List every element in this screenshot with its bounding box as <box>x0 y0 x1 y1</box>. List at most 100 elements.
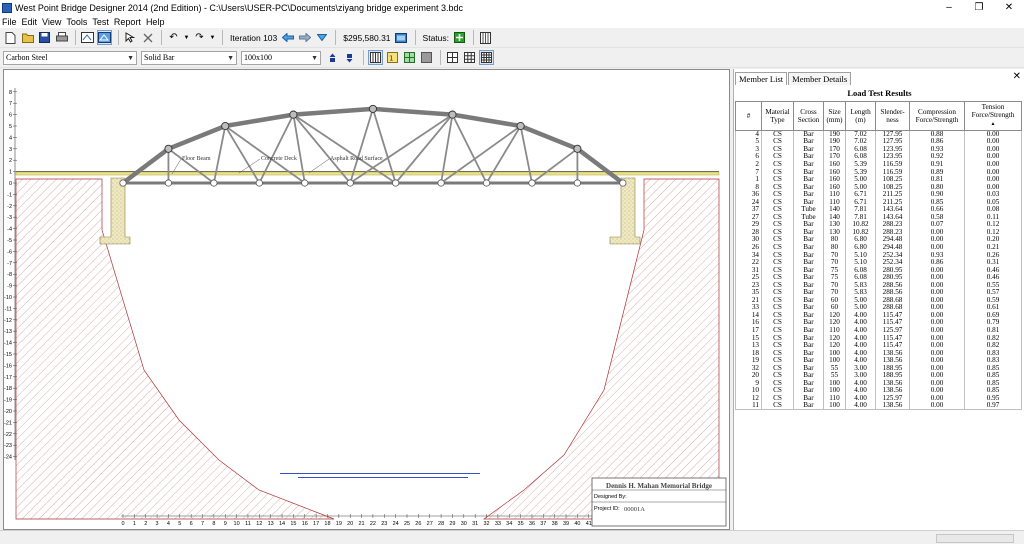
web-member[interactable] <box>167 147 215 184</box>
top-chord-member[interactable] <box>518 123 580 152</box>
web-member[interactable] <box>531 147 579 184</box>
undo-dropdown-icon[interactable]: ▼ <box>183 30 190 45</box>
menu-report[interactable]: Report <box>114 17 141 27</box>
menu-tools[interactable]: Tools <box>66 17 87 27</box>
top-joint[interactable] <box>289 110 298 119</box>
top-chord-member[interactable] <box>450 112 523 129</box>
cell-length: 4.00 <box>845 402 876 411</box>
menu-view[interactable]: View <box>42 17 61 27</box>
save-icon[interactable] <box>37 30 52 45</box>
delete-icon[interactable] <box>140 30 155 45</box>
redo-dropdown-icon[interactable]: ▼ <box>209 30 216 45</box>
deck-joint[interactable] <box>210 179 218 187</box>
x-tick-label: 38 <box>552 521 558 527</box>
load-test-icon[interactable] <box>97 30 112 45</box>
top-joint[interactable] <box>448 110 457 119</box>
top-chord-member[interactable] <box>120 146 171 186</box>
table-row[interactable]: 11 CS Bar 100 4.00 138.56 0.00 0.97 <box>735 402 1022 411</box>
col-header-cross-section[interactable]: Cross Section <box>793 101 824 131</box>
top-chord-member[interactable] <box>291 106 376 117</box>
select-pointer-icon[interactable] <box>123 30 138 45</box>
x-tick-label: 37 <box>540 521 546 527</box>
iteration-back-icon[interactable] <box>280 30 295 45</box>
top-chord-member[interactable] <box>370 106 455 117</box>
x-tick-label: 20 <box>347 521 353 527</box>
redo-icon[interactable]: ↷ <box>192 30 207 45</box>
col-header-slenderness[interactable]: Slender-ness <box>875 101 910 131</box>
top-joint[interactable] <box>573 144 582 153</box>
fine-grid-icon[interactable] <box>479 50 494 65</box>
deck-joint[interactable] <box>164 179 173 187</box>
cell-compression: 0.00 <box>909 402 965 411</box>
load-test-results-icon[interactable] <box>478 30 493 45</box>
cross-section-value: Solid Bar <box>144 53 175 62</box>
deck-joint[interactable] <box>301 179 309 187</box>
tab-member-list[interactable]: Member List <box>735 72 788 85</box>
cost-report-icon[interactable] <box>394 30 409 45</box>
deck-joint[interactable] <box>573 179 582 187</box>
x-tick-label: 29 <box>449 521 455 527</box>
deck-joint[interactable] <box>346 179 354 187</box>
col-header-number[interactable]: # <box>735 101 762 131</box>
y-tick-label: -10 <box>4 295 12 301</box>
member-grid-icon[interactable] <box>402 50 417 65</box>
number-members-icon[interactable]: 1 <box>385 50 400 65</box>
top-chord-member[interactable] <box>166 123 228 152</box>
top-chord-member[interactable] <box>575 146 626 186</box>
coarse-grid-icon[interactable] <box>445 50 460 65</box>
drawing-board-icon[interactable] <box>80 30 95 45</box>
bridge-canvas[interactable]: 876543210-1-2-3-4-5-6-7-8-9-10-11-12-13-… <box>4 70 729 529</box>
member-color-icon[interactable] <box>419 50 434 65</box>
right-abutment <box>609 177 641 245</box>
size-increase-icon[interactable] <box>325 50 340 65</box>
top-joint[interactable] <box>516 121 525 131</box>
col-header-compression[interactable]: Compression Force/Strength <box>909 101 965 131</box>
iteration-dropdown-icon[interactable] <box>314 30 329 45</box>
tab-member-details[interactable]: Member Details <box>788 72 852 85</box>
top-joint[interactable] <box>221 121 230 131</box>
col-header-length[interactable]: Length (m) <box>845 101 876 131</box>
open-folder-icon[interactable] <box>20 30 35 45</box>
menu-test[interactable]: Test <box>92 17 109 27</box>
minimize-icon[interactable]: – <box>934 0 964 15</box>
deck-joint[interactable] <box>482 179 491 187</box>
x-tick-label: 25 <box>404 521 410 527</box>
asphalt-surface-label: Asphalt Road Surface <box>330 155 383 162</box>
close-icon[interactable]: ✕ <box>994 0 1024 15</box>
bridge-drawing-area[interactable]: 8 7 6 5 4 3 2 1 0 -1 -2 -3 -4 -5 -6 -7 -8 -9 -10 -11 -12 -13-… <box>3 69 730 530</box>
top-joint[interactable] <box>164 144 173 153</box>
size-select[interactable]: 100x100 ▼ <box>241 50 321 65</box>
menu-file[interactable]: File <box>2 17 17 27</box>
y-tick-label: 8 <box>9 90 12 96</box>
status-ok-icon[interactable] <box>452 30 467 45</box>
water-surface-line <box>298 477 468 478</box>
col-header-material[interactable]: Material Type <box>761 101 794 131</box>
member-list-icon[interactable] <box>368 50 383 65</box>
deck-joint[interactable] <box>619 179 627 187</box>
print-icon[interactable] <box>54 30 69 45</box>
restore-icon[interactable]: ❐ <box>964 0 994 15</box>
size-decrease-icon[interactable] <box>342 50 357 65</box>
close-panel-icon[interactable]: ✕ <box>1013 71 1021 82</box>
top-chord-member[interactable] <box>222 112 296 129</box>
medium-grid-icon[interactable] <box>462 50 477 65</box>
deck-joint[interactable] <box>437 179 445 187</box>
chevron-down-icon: ▼ <box>311 53 318 62</box>
cross-section-select[interactable]: Solid Bar ▼ <box>141 50 237 65</box>
material-select[interactable]: Carbon Steel ▼ <box>3 50 137 65</box>
x-tick-label: 5 <box>178 521 181 527</box>
col-header-size[interactable]: Size (mm) <box>823 101 846 131</box>
undo-icon[interactable]: ↶ <box>166 30 181 45</box>
deck-joint[interactable] <box>119 179 127 187</box>
x-tick-label: 9 <box>224 521 227 527</box>
deck-joint[interactable] <box>392 179 400 187</box>
menu-edit[interactable]: Edit <box>22 17 38 27</box>
new-file-icon[interactable] <box>3 30 18 45</box>
toolbar-separator <box>440 50 441 65</box>
top-joint[interactable] <box>368 104 377 113</box>
iteration-forward-icon[interactable] <box>297 30 312 45</box>
col-header-tension[interactable]: Tension Force/Strength ▲ <box>964 101 1022 131</box>
deck-joint[interactable] <box>528 179 536 187</box>
deck-joint[interactable] <box>255 179 263 187</box>
menu-help[interactable]: Help <box>146 17 165 27</box>
